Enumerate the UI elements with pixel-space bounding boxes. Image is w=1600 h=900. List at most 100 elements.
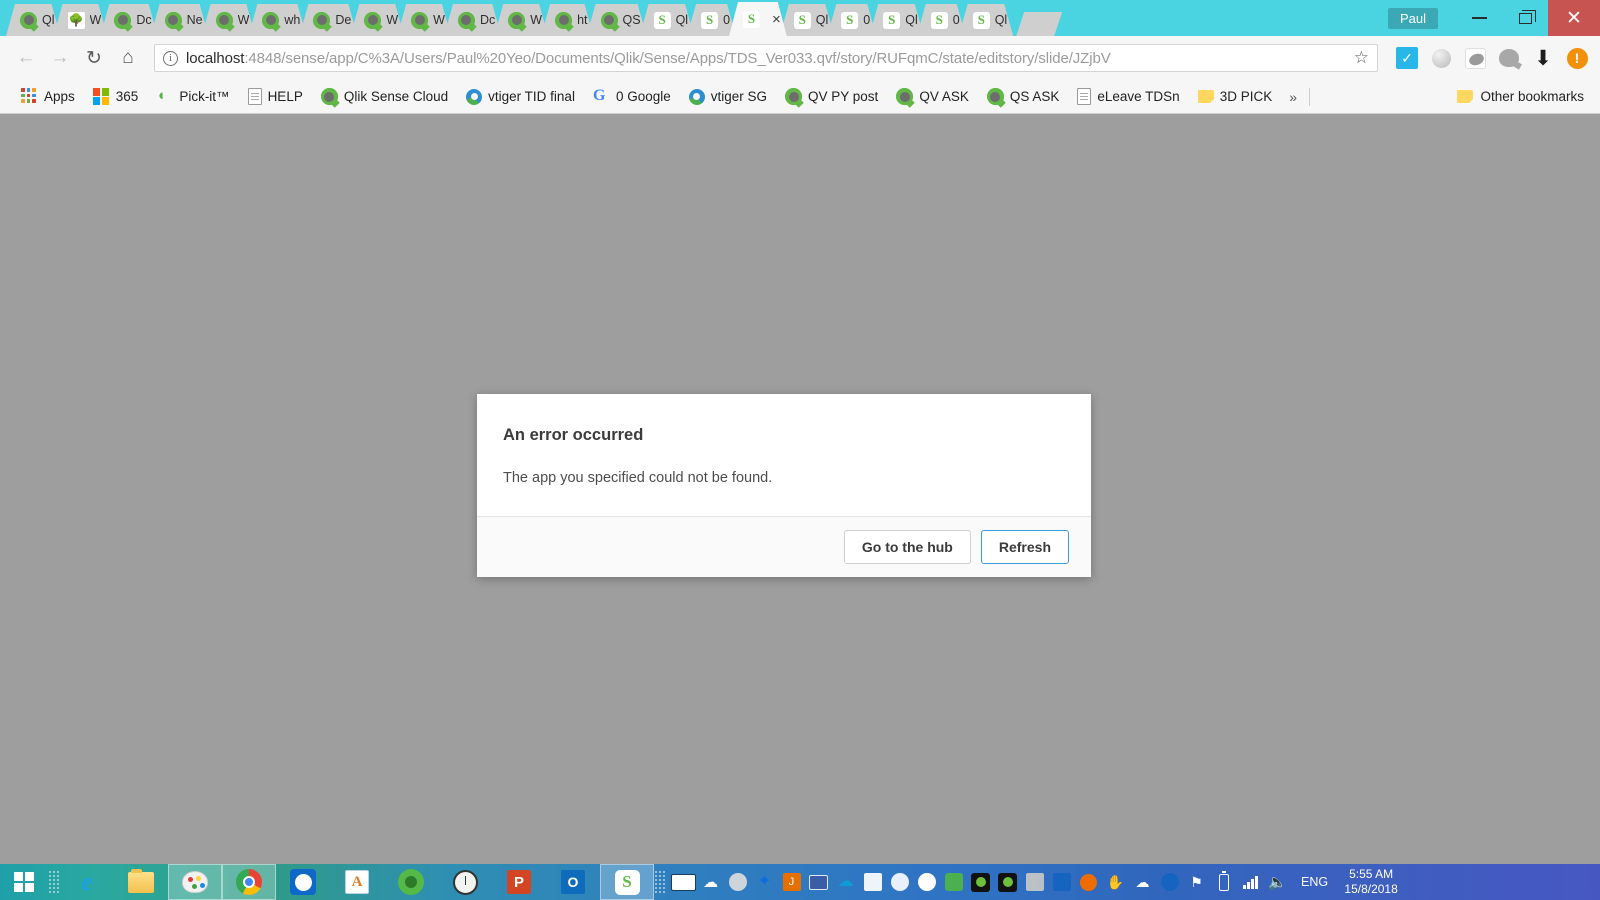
browser-tab[interactable]: W xyxy=(54,4,108,36)
taskbar-qlikview[interactable] xyxy=(384,864,438,900)
browser-tab[interactable]: 0 xyxy=(827,4,876,36)
tray-volume[interactable]: 🔈 xyxy=(1264,864,1291,900)
tray-mouse[interactable] xyxy=(1048,864,1075,900)
taskbar-outlook[interactable] xyxy=(546,864,600,900)
tray-clock[interactable] xyxy=(724,864,751,900)
browser-tab[interactable]: wh xyxy=(248,4,306,36)
browser-tab[interactable]: W xyxy=(494,4,548,36)
taskbar-teamviewer[interactable] xyxy=(276,864,330,900)
browser-tab[interactable]: W xyxy=(202,4,256,36)
bookmark-item[interactable]: Qlik Sense Cloud xyxy=(312,85,457,108)
reload-button[interactable]: ↻ xyxy=(78,42,110,74)
bookmark-item[interactable]: eLeave TDSn xyxy=(1068,85,1188,108)
refresh-button[interactable]: Refresh xyxy=(980,530,1069,564)
tray-cloud[interactable] xyxy=(913,864,940,900)
browser-tab[interactable]: 0 xyxy=(687,4,736,36)
taskbar-qliksense[interactable] xyxy=(600,864,654,900)
tray-display[interactable] xyxy=(1021,864,1048,900)
taskbar-grip-left[interactable] xyxy=(48,868,60,896)
tray-orange[interactable] xyxy=(1075,864,1102,900)
tray-onedrive[interactable]: ☁ xyxy=(832,864,859,900)
taskbar-clock[interactable]: 5:55 AM 15/8/2018 xyxy=(1338,867,1410,897)
bookmark-item[interactable]: vtiger TID final xyxy=(457,86,584,108)
restore-button[interactable] xyxy=(1502,3,1548,33)
tray-network[interactable]: ⚑ xyxy=(1183,864,1210,900)
browser-tab[interactable]: QS xyxy=(587,4,647,36)
circle-extension-icon[interactable] xyxy=(1428,45,1454,71)
taskbar-grip-right[interactable] xyxy=(654,868,666,896)
browser-tab[interactable]: Dc xyxy=(100,4,157,36)
browser-tab-active[interactable]: × xyxy=(729,2,787,36)
browser-tab[interactable]: Ql xyxy=(869,4,924,36)
taskbar-file-explorer[interactable] xyxy=(114,864,168,900)
browser-tab[interactable]: Ql xyxy=(959,4,1014,36)
bookmark-item[interactable]: 0 Google xyxy=(584,85,680,108)
site-info-icon[interactable]: i xyxy=(163,50,178,66)
address-bar[interactable]: i localhost:4848/sense/app/C%3A/Users/Pa… xyxy=(154,44,1378,72)
tray-earth[interactable] xyxy=(940,864,967,900)
bookmark-item[interactable]: Apps xyxy=(12,85,84,108)
alert-extension-icon[interactable]: ! xyxy=(1564,45,1590,71)
bookmark-star-icon[interactable]: ☆ xyxy=(1346,48,1369,68)
bookmark-item[interactable]: QS ASK xyxy=(978,85,1069,108)
error-dialog-footer: Go to the hub Refresh xyxy=(477,516,1091,577)
browser-tab[interactable]: Ql xyxy=(640,4,695,36)
browser-tab[interactable]: 0 xyxy=(917,4,966,36)
tray-battery[interactable] xyxy=(1210,864,1237,900)
taskbar-paint[interactable] xyxy=(168,864,222,900)
bookmark-item[interactable]: Pick-it™ xyxy=(147,85,238,108)
go-to-hub-button[interactable]: Go to the hub xyxy=(843,530,971,564)
tray-signal[interactable] xyxy=(1237,864,1264,900)
bookmark-item[interactable]: vtiger SG xyxy=(680,86,776,108)
taskbar-clock-app[interactable] xyxy=(438,864,492,900)
taskbar-internet-explorer[interactable]: e xyxy=(60,864,114,900)
badge-extension-icon[interactable] xyxy=(1462,45,1488,71)
bookmark-item[interactable]: QV PY post xyxy=(776,85,887,108)
globe-extension-icon[interactable] xyxy=(1496,45,1522,71)
tray-keyboard[interactable] xyxy=(670,864,697,900)
tray-sync[interactable] xyxy=(886,864,913,900)
tray-camera2[interactable] xyxy=(994,864,1021,900)
other-bookmarks-button[interactable]: Other bookmarks xyxy=(1448,86,1588,107)
tray-camera[interactable] xyxy=(967,864,994,900)
tray-java[interactable]: J xyxy=(778,864,805,900)
taskbar-powerpoint[interactable] xyxy=(492,864,546,900)
tray-hand[interactable]: ✋ xyxy=(1102,864,1129,900)
tray-weather[interactable]: ☁ xyxy=(1129,864,1156,900)
keyboard-icon xyxy=(671,873,696,891)
browser-tab[interactable]: ht xyxy=(541,4,593,36)
user-profile-chip[interactable]: Paul xyxy=(1387,7,1438,29)
home-button[interactable]: ⌂ xyxy=(112,42,144,74)
download-extension-icon[interactable]: ⬇ xyxy=(1530,45,1556,71)
language-indicator[interactable]: ENG xyxy=(1291,875,1338,889)
tab-close-icon[interactable]: × xyxy=(772,12,781,27)
tray-monitor[interactable] xyxy=(805,864,832,900)
bookmarks-overflow-button[interactable]: » xyxy=(1281,89,1305,105)
forward-button[interactable]: → xyxy=(44,42,76,74)
bookmark-item[interactable]: HELP xyxy=(239,85,312,108)
browser-tab[interactable]: W xyxy=(350,4,404,36)
minimize-button[interactable] xyxy=(1456,3,1502,33)
bookmark-item[interactable]: 3D PICK xyxy=(1189,86,1282,107)
browser-tab[interactable]: W xyxy=(397,4,451,36)
browser-tab[interactable]: Ql xyxy=(6,4,61,36)
bookmark-item[interactable]: 365 xyxy=(84,85,148,108)
browser-tab[interactable]: Ne xyxy=(151,4,209,36)
browser-tab[interactable]: De xyxy=(299,4,357,36)
browser-tab[interactable]: Ql xyxy=(780,4,835,36)
bookmark-item[interactable]: QV ASK xyxy=(887,85,978,108)
browser-tab[interactable]: Dc xyxy=(444,4,501,36)
checkmark-extension-icon[interactable]: ✓ xyxy=(1394,45,1420,71)
taskbar-wordpad[interactable] xyxy=(330,864,384,900)
folder-icon xyxy=(1197,90,1214,103)
tab-title: Ql xyxy=(42,13,55,27)
back-button[interactable]: ← xyxy=(10,42,42,74)
taskbar-chrome[interactable] xyxy=(222,864,276,900)
start-button[interactable] xyxy=(0,864,48,900)
new-tab-button[interactable] xyxy=(1016,12,1062,36)
tray-dropbox[interactable]: ✦ xyxy=(751,864,778,900)
close-window-button[interactable]: ✕ xyxy=(1548,0,1600,36)
tray-cloud-upload[interactable]: ☁ xyxy=(697,864,724,900)
tray-disk[interactable] xyxy=(859,864,886,900)
tray-teamviewer[interactable] xyxy=(1156,864,1183,900)
